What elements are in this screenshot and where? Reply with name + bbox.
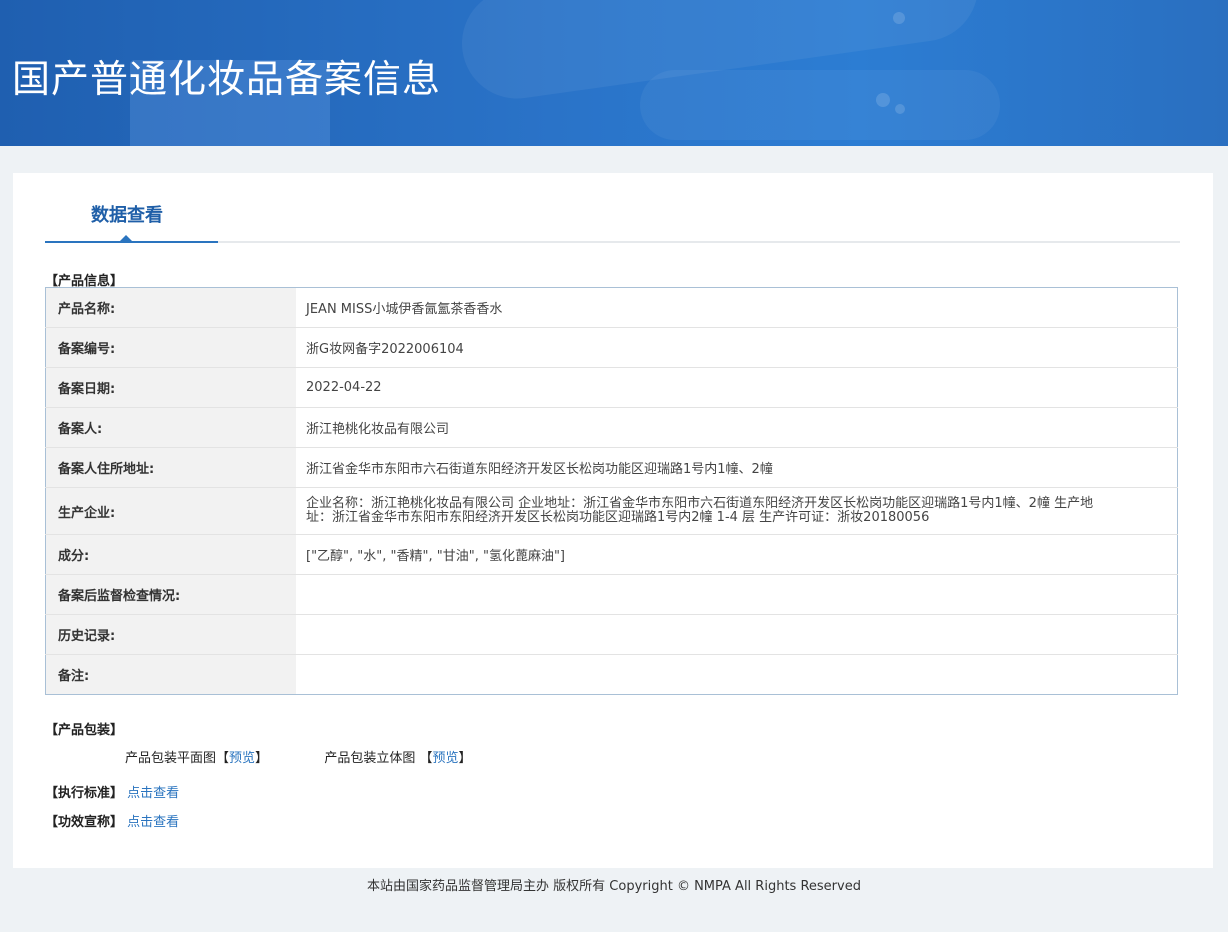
field-label: 备案编号: [45, 327, 296, 368]
bracket: 【 [419, 751, 433, 766]
table-row: 成分: ["乙醇", "水", "香精", "甘油", "氢化蓖麻油"] [45, 534, 1178, 575]
packaging-solid-label: 产品包装立体图 [324, 751, 416, 766]
packaging-row: 产品包装平面图【预览】 产品包装立体图 【预览】 [125, 747, 472, 766]
banner-decoration [893, 12, 905, 24]
field-label: 备注: [45, 654, 296, 695]
table-row: 产品名称: JEAN MISS小城伊香氤氳茶香香水 [45, 287, 1178, 328]
field-value: 浙江省金华市东阳市六石街道东阳经济开发区长松岗功能区迎瑞路1号内1幢、2幢 [296, 447, 1178, 488]
standard-row: 【执行标准】 点击查看 [45, 782, 179, 801]
table-row: 生产企业: 企业名称：浙江艳桃化妆品有限公司 企业地址：浙江省金华市东阳市六石街… [45, 487, 1178, 535]
field-value [296, 614, 1178, 655]
bracket: 【 [216, 751, 230, 766]
tab-data-view[interactable]: 数据查看 [91, 201, 163, 227]
table-row: 备注: [45, 654, 1178, 695]
field-value: 企业名称：浙江艳桃化妆品有限公司 企业地址：浙江省金华市东阳市六石街道东阳经济开… [296, 487, 1178, 535]
table-row: 备案日期: 2022-04-22 [45, 367, 1178, 408]
field-value: JEAN MISS小城伊香氤氳茶香香水 [306, 302, 503, 317]
field-label: 备案人住所地址: [45, 447, 296, 488]
bracket: 】 [255, 751, 269, 766]
field-label: 备案后监督检查情况: [45, 574, 296, 615]
field-label: 备案人: [45, 407, 296, 448]
table-row: 备案后监督检查情况: [45, 574, 1178, 615]
footer-copyright: 本站由国家药品监督管理局主办 版权所有 Copyright © NMPA All… [367, 879, 861, 894]
table-row: 备案人住所地址: 浙江省金华市东阳市六石街道东阳经济开发区长松岗功能区迎瑞路1号… [45, 447, 1178, 488]
banner-decoration [640, 70, 1000, 140]
packaging-flat-label: 产品包装平面图 [125, 751, 217, 766]
field-value: 浙江艳桃化妆品有限公司 [296, 407, 1178, 448]
page-title: 国产普通化妆品备案信息 [12, 57, 442, 101]
field-label: 成分: [45, 534, 296, 575]
bracket: 】 [458, 751, 472, 766]
standard-section-label: 【执行标准】 [45, 786, 124, 801]
efficacy-section-label: 【功效宣称】 [45, 815, 124, 830]
efficacy-row: 【功效宣称】 点击查看 [45, 811, 179, 830]
product-info-table: 产品名称: JEAN MISS小城伊香氤氳茶香香水 备案编号: 浙G妆网备字20… [45, 287, 1178, 695]
field-label: 历史记录: [45, 614, 296, 655]
content-panel: 数据查看 【产品信息】 产品名称: JEAN MISS小城伊香氤氳茶香香水 备案… [13, 173, 1213, 868]
field-label: 备案日期: [45, 367, 296, 408]
tab-active-indicator [45, 241, 218, 243]
tab-caret-icon [120, 235, 132, 241]
field-value [296, 654, 1178, 695]
table-row: 备案人: 浙江艳桃化妆品有限公司 [45, 407, 1178, 448]
table-row: 历史记录: [45, 614, 1178, 655]
field-label: 产品名称: [45, 287, 296, 328]
solid-preview-link[interactable]: 预览 [433, 751, 459, 766]
field-label: 生产企业: [45, 487, 296, 535]
banner-decoration [895, 104, 905, 114]
field-value: ["乙醇", "水", "香精", "甘油", "氢化蓖麻油"] [296, 534, 1178, 575]
efficacy-view-link[interactable]: 点击查看 [127, 815, 179, 830]
header-banner: 国产普通化妆品备案信息 [0, 0, 1228, 146]
field-value: 浙G妆网备字2022006104 [296, 327, 1178, 368]
flat-preview-link[interactable]: 预览 [229, 751, 255, 766]
packaging-section-label: 【产品包装】 [45, 723, 124, 738]
banner-decoration [876, 93, 890, 107]
field-value: 2022-04-22 [296, 367, 1178, 408]
standard-view-link[interactable]: 点击查看 [127, 786, 179, 801]
table-row: 备案编号: 浙G妆网备字2022006104 [45, 327, 1178, 368]
field-value [296, 574, 1178, 615]
